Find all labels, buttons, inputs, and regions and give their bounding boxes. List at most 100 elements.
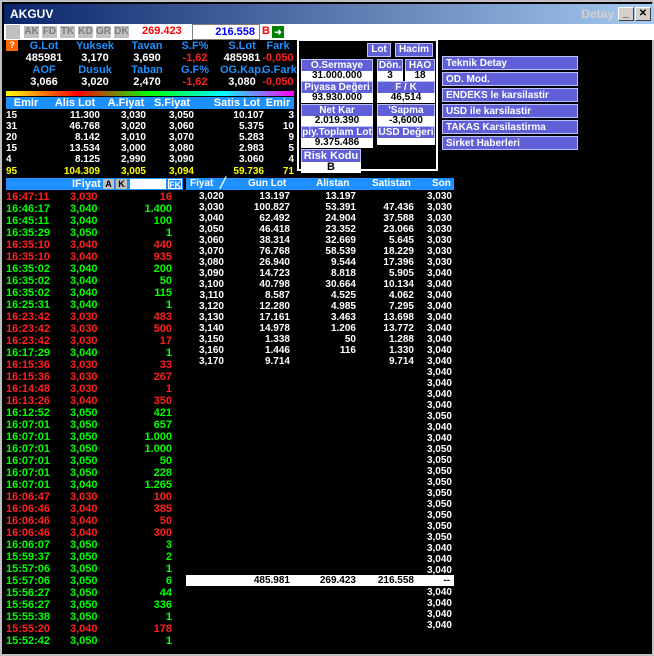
title-bar[interactable]: AKGUV Detay _ ✕ (4, 4, 654, 24)
trade-row[interactable]: 16:35:02 3,040 200 (6, 263, 176, 275)
trade-price: 3,050 (70, 611, 98, 623)
trade-row[interactable]: 16:35:29 3,050 1 (6, 227, 176, 239)
trade-row[interactable]: 16:07:01 3,050 1.000 (6, 431, 176, 443)
menu-item[interactable]: OD. Mod. (442, 72, 578, 86)
tab-tk[interactable]: TK (60, 26, 75, 38)
menu-item[interactable]: Teknik Detay (442, 56, 578, 70)
trade-lot: 1.000 (144, 443, 172, 455)
trade-row[interactable]: 16:07:01 3,040 1.265 (6, 479, 176, 491)
trade-row[interactable]: 16:25:31 3,040 1 (6, 299, 176, 311)
trade-lot: 1.265 (144, 479, 172, 491)
menu-item[interactable]: TAKAS Karsilastirma (442, 120, 578, 134)
trade-row[interactable]: 15:57:06 3,050 6 (6, 575, 176, 587)
arrow-icon[interactable]: ➜ (272, 26, 284, 38)
minimize-icon[interactable]: _ (618, 7, 634, 21)
trade-row[interactable]: 16:23:42 3,030 500 (6, 323, 176, 335)
trade-row[interactable]: 16:07:01 3,050 1.000 (6, 443, 176, 455)
summary-header: S.F% (181, 40, 209, 52)
trade-row[interactable]: 15:55:20 3,040 178 (6, 623, 176, 635)
trade-time: 16:17:29 (6, 347, 51, 359)
summary-value: -0,050 (262, 76, 294, 88)
fk-button[interactable]: FK (168, 179, 182, 190)
trade-row[interactable]: 16:23:42 3,030 483 (6, 311, 176, 323)
trade-row[interactable]: 16:07:01 3,050 657 (6, 419, 176, 431)
depth-header: A.Fiyat (107, 97, 145, 109)
trade-row[interactable]: 16:23:42 3,030 17 (6, 335, 176, 347)
son-value: 3,040 (426, 543, 452, 554)
son-value: 3,050 (426, 488, 452, 499)
son-value: 3,040 (426, 356, 452, 367)
trade-row[interactable]: 16:12:52 3,050 421 (6, 407, 176, 419)
dist-satistan: 13.772 (383, 323, 414, 334)
k-button[interactable]: K (116, 179, 127, 189)
trade-time: 15:56:27 (6, 587, 51, 599)
trade-price: 3,050 (70, 419, 98, 431)
depth-cell: 15 (6, 143, 18, 154)
dist-alistan: 23.352 (325, 224, 356, 235)
trade-row[interactable]: 16:17:29 3,040 1 (6, 347, 176, 359)
trade-time: 16:07:01 (6, 467, 51, 479)
depth-cell: 4 (6, 154, 12, 165)
tab-gr[interactable]: GR (96, 26, 111, 38)
son-value: 3,040 (426, 598, 452, 609)
a-button[interactable]: A (103, 179, 114, 189)
son-value: 3,040 (426, 389, 452, 400)
trade-time: 16:46:17 (6, 203, 51, 215)
trade-row[interactable]: 16:14:48 3,030 1 (6, 383, 176, 395)
filter-input[interactable] (130, 179, 166, 189)
trade-row[interactable]: 16:35:10 3,040 440 (6, 239, 176, 251)
info-panel: Lot Hacim Ö.Sermaye 31.000.000 Dön. 3 HA… (297, 39, 438, 173)
dist-row: 3,100 40.798 30.664 10.134 (186, 279, 454, 290)
menu-item[interactable]: ENDEKS le karsilastir (442, 88, 578, 102)
trade-row[interactable]: 16:07:01 3,050 228 (6, 467, 176, 479)
trade-row[interactable]: 15:57:06 3,050 1 (6, 563, 176, 575)
dist-alistan: 30.664 (325, 279, 356, 290)
trade-row[interactable]: 16:06:46 3,040 385 (6, 503, 176, 515)
help-icon[interactable]: ? (6, 40, 18, 51)
trade-row[interactable]: 16:45:11 3,040 100 (6, 215, 176, 227)
depth-cell: 3,080 (168, 143, 194, 154)
menu-item[interactable]: USD ile karsilastir (442, 104, 578, 118)
depth-cell: 3,000 (120, 143, 146, 154)
dist-row: 3,150 1.338 50 1.288 (186, 334, 454, 345)
trade-row[interactable]: 15:59:37 3,050 2 (6, 551, 176, 563)
trade-row[interactable]: 16:13:26 3,040 350 (6, 395, 176, 407)
close-icon[interactable]: ✕ (635, 7, 651, 21)
dist-alistan: 116 (339, 345, 356, 356)
lot-button[interactable]: Lot (367, 43, 391, 57)
dist-row: 3,120 12.280 4.985 7.295 (186, 301, 454, 312)
son-value: 3,040 (426, 367, 452, 378)
trade-row[interactable]: 16:46:17 3,040 1.400 (6, 203, 176, 215)
tab-ak[interactable]: AK (24, 26, 39, 38)
menu-icon[interactable] (6, 25, 20, 39)
detail-label: Detay (581, 7, 614, 21)
trade-row[interactable]: 15:56:27 3,050 336 (6, 599, 176, 611)
trade-row[interactable]: 16:06:46 3,040 300 (6, 527, 176, 539)
sort-icon[interactable]: ╱ (220, 178, 226, 190)
dist-satistan: 5.905 (388, 268, 414, 279)
trade-row[interactable]: 16:35:10 3,040 935 (6, 251, 176, 263)
trade-row[interactable]: 16:47:11 3,030 16 (6, 191, 176, 203)
dist-satistan: 18.229 (383, 246, 414, 257)
tab-dk[interactable]: DK (114, 26, 129, 38)
trade-row[interactable]: 16:15:36 3,030 267 (6, 371, 176, 383)
hacim-button[interactable]: Hacim (395, 43, 433, 57)
trade-row[interactable]: 16:06:46 3,040 50 (6, 515, 176, 527)
dist-price: 3,130 (198, 312, 224, 323)
trade-row[interactable]: 15:55:38 3,050 1 (6, 611, 176, 623)
tab-kd[interactable]: KD (78, 26, 93, 38)
son-value: 3,050 (426, 455, 452, 466)
trade-price: 3,050 (70, 551, 98, 563)
trade-row[interactable]: 15:56:27 3,050 44 (6, 587, 176, 599)
trade-row[interactable]: 16:07:01 3,050 50 (6, 455, 176, 467)
depth-cell: 8.142 (74, 132, 100, 143)
menu-item[interactable]: Sirket Haberleri (442, 136, 578, 150)
tab-fd[interactable]: FD (42, 26, 57, 38)
trade-row[interactable]: 16:15:36 3,030 33 (6, 359, 176, 371)
trade-price: 3,040 (70, 347, 98, 359)
trade-row[interactable]: 15:52:42 3,050 1 (6, 635, 176, 647)
trade-row[interactable]: 16:35:02 3,040 50 (6, 275, 176, 287)
trade-row[interactable]: 16:35:02 3,040 115 (6, 287, 176, 299)
trade-row[interactable]: 16:06:47 3,030 100 (6, 491, 176, 503)
trade-row[interactable]: 16:06:07 3,050 3 (6, 539, 176, 551)
